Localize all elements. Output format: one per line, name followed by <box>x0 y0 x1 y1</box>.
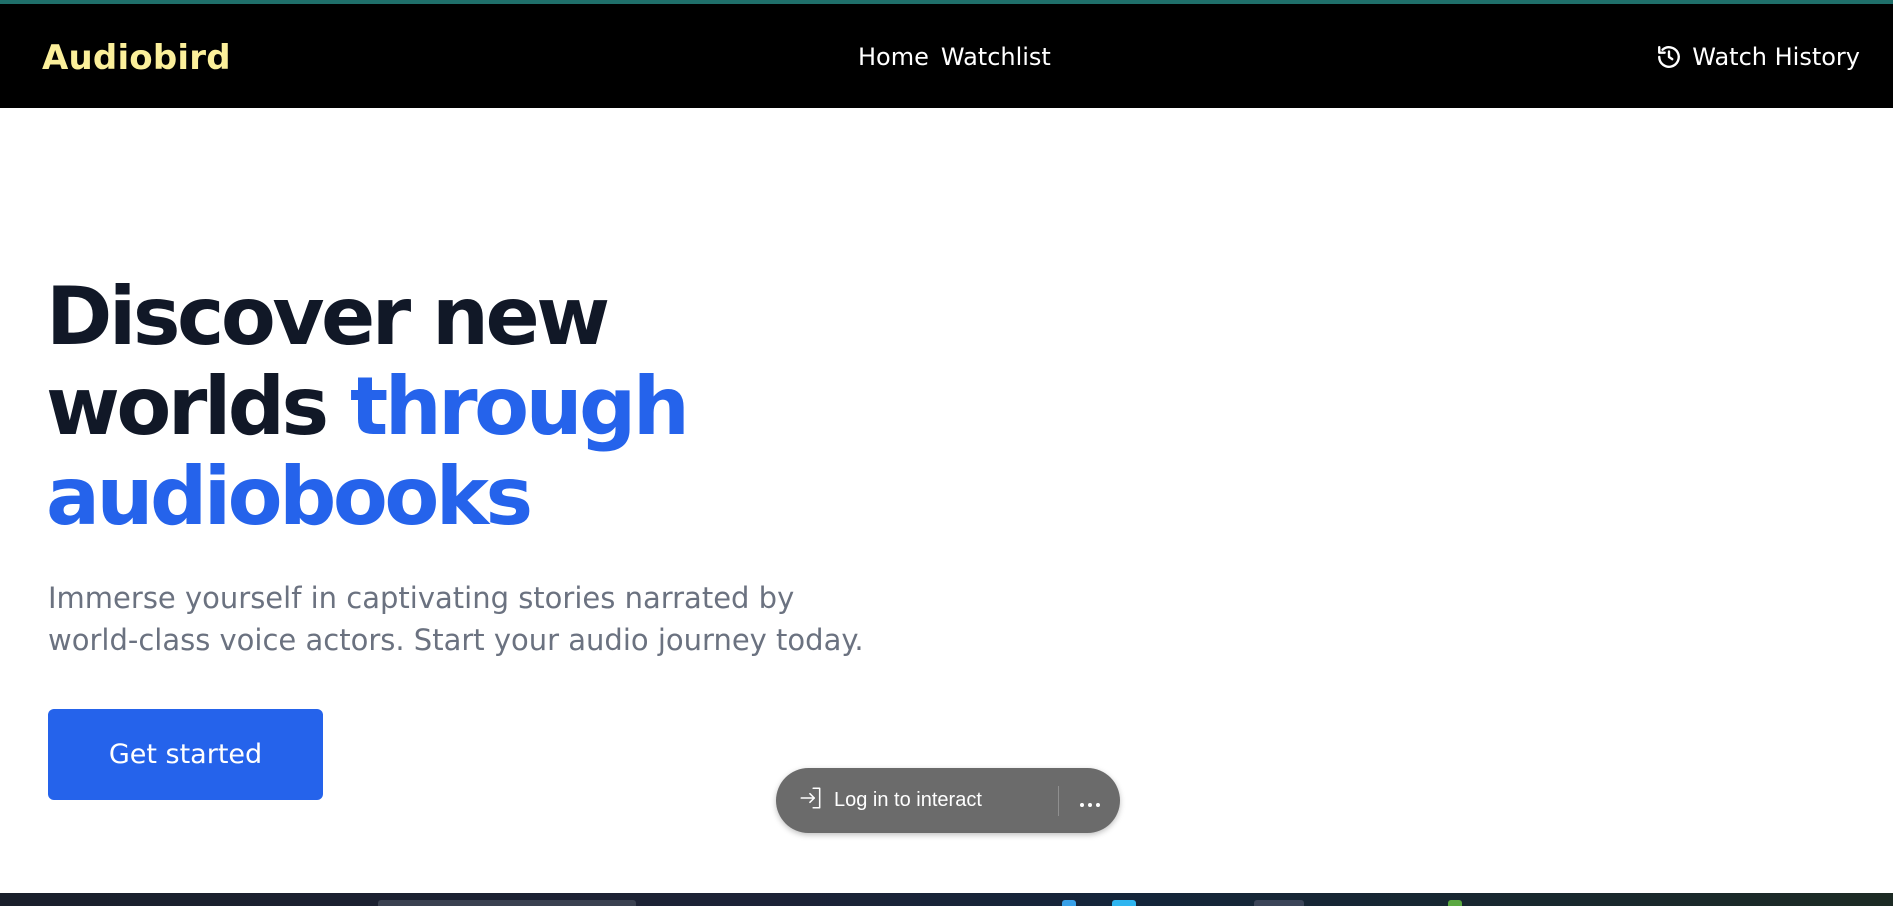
taskbar-app-icon[interactable] <box>1062 900 1076 906</box>
nav-links: Home Watchlist <box>858 42 1051 72</box>
nav-link-home[interactable]: Home <box>858 42 929 72</box>
login-toolbar: Log in to interact <box>776 768 1120 833</box>
hero-title-line2: worlds <box>46 360 329 453</box>
get-started-button[interactable]: Get started <box>48 709 323 800</box>
more-horizontal-icon <box>1079 789 1101 813</box>
taskbar-app-icon[interactable] <box>1448 900 1462 906</box>
watch-history-link[interactable]: Watch History <box>1656 42 1860 72</box>
more-options-button[interactable] <box>1059 768 1120 833</box>
login-label: Log in to interact <box>834 789 982 811</box>
hero-title-accent-audiobooks: audiobooks <box>46 450 533 543</box>
hero-title: Discover new worlds through audiobooks <box>46 272 946 542</box>
history-icon <box>1656 44 1682 70</box>
taskbar-app-icon[interactable] <box>1254 900 1304 906</box>
os-taskbar <box>0 893 1893 906</box>
hero-title-line1: Discover new <box>46 270 610 363</box>
sign-in-icon <box>798 785 824 817</box>
hero-subtitle-line1: Immerse yourself in captivating stories … <box>48 581 795 615</box>
watch-history-label: Watch History <box>1692 43 1860 71</box>
nav-link-watchlist[interactable]: Watchlist <box>941 42 1051 72</box>
brand-logo[interactable]: Audiobird <box>42 38 231 78</box>
login-to-interact-button[interactable]: Log in to interact <box>776 768 1058 833</box>
hero-subtitle: Immerse yourself in captivating stories … <box>48 577 948 661</box>
taskbar-search-box[interactable] <box>378 900 636 906</box>
navbar: Audiobird Home Watchlist Watch History <box>0 4 1893 108</box>
hero-subtitle-line2: world-class voice actors. Start your aud… <box>48 623 864 657</box>
page: Audiobird Home Watchlist Watch History D… <box>0 0 1893 906</box>
hero-title-accent-through: through <box>349 360 690 453</box>
taskbar-app-icon[interactable] <box>1112 900 1136 906</box>
